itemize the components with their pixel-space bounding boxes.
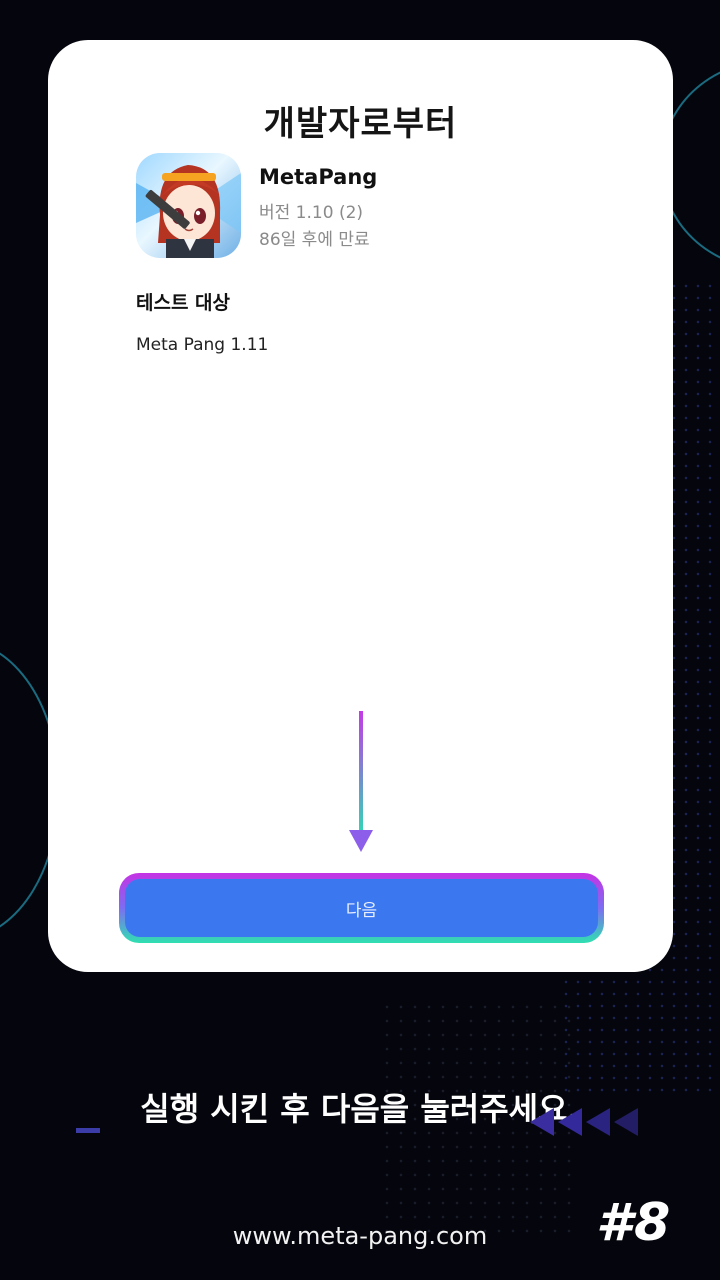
testflight-card: 개발자로부터 MetaPang 버전 1.10 (2) 86일 후에 만료 테스…	[48, 40, 673, 972]
step-badge: #8	[596, 1193, 673, 1253]
card-title: 개발자로부터	[263, 104, 458, 144]
app-name: MetaPang	[259, 165, 378, 189]
next-button-highlight: 다음	[119, 873, 604, 943]
app-icon	[136, 153, 241, 258]
test-target-heading: 테스트 대상	[136, 292, 231, 314]
app-version: 버전 1.10 (2)	[259, 203, 364, 223]
app-expiry: 86일 후에 만료	[259, 230, 370, 250]
chevrons-left-icon	[530, 1108, 642, 1138]
test-target-value: Meta Pang 1.11	[136, 335, 269, 355]
next-button[interactable]: 다음	[125, 879, 598, 937]
down-arrow-icon	[359, 711, 363, 833]
down-arrow-head-icon	[349, 830, 373, 852]
